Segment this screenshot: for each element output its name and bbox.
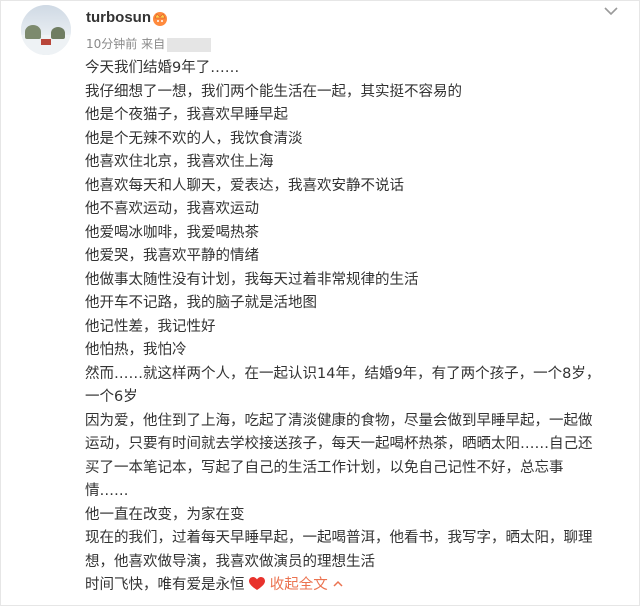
- post-line: 然而……就这样两个人，在一起认识14年，结婚9年，有了两个孩子，一个8岁，: [85, 365, 601, 382]
- avatar-tree: [51, 27, 65, 39]
- post-line: 他记性差，我记性好: [85, 318, 216, 335]
- post-line: 他开车不记路，我的脑子就是活地图: [85, 295, 317, 311]
- crown-badge-icon[interactable]: [151, 9, 169, 27]
- author-name[interactable]: turbosun: [86, 9, 151, 26]
- avatar-house: [41, 39, 51, 45]
- post-line: 买了一本笔记本，写起了自己的生活工作计划，以免自己记性不好，总忘事: [85, 459, 564, 476]
- post-time[interactable]: 10分钟前: [86, 37, 137, 51]
- collapse-text-link[interactable]: 收起全文: [270, 577, 328, 593]
- chevron-down-icon[interactable]: [601, 3, 621, 19]
- post-line: 运动，只要有时间就去学校接送孩子，每天一起喝杯热茶，晒晒太阳……自己还: [85, 436, 593, 452]
- post-line: 情……: [85, 483, 129, 499]
- post-line: 他爱喝冰咖啡，我爱喝热茶: [85, 224, 259, 241]
- post-line: 我仔细想了一想，我们两个能生活在一起，其实挺不容易的: [85, 83, 462, 100]
- post-line: 他是个无辣不欢的人，我饮食清淡: [85, 130, 303, 147]
- post-line: 想，他喜欢做导演，我喜欢做演员的理想生活: [85, 553, 375, 570]
- blurred-source: [167, 37, 212, 52]
- heart-icon: [249, 577, 266, 590]
- weibo-post: turbosun 10分钟前 来自 今天我们结婚9年了…… 我仔细想了一想，我们…: [0, 0, 640, 606]
- post-line: 他是个夜猫子，我喜欢早睡早起: [85, 107, 288, 123]
- post-line: 今天我们结婚9年了……: [85, 60, 240, 76]
- post-line: 他不喜欢运动，我喜欢运动: [85, 201, 259, 217]
- post-source-prefix: 来自: [141, 37, 166, 51]
- post-line: 他爱哭，我喜欢平静的情绪: [85, 248, 259, 264]
- post-content: 今天我们结婚9年了…… 我仔细想了一想，我们两个能生活在一起，其实挺不容易的 他…: [85, 57, 625, 598]
- post-line: 他做事太随性没有计划，我每天过着非常规律的生活: [85, 271, 419, 288]
- post-line: 时间飞快，唯有爱是永恒: [85, 577, 245, 593]
- post-line: 一个6岁: [85, 389, 138, 405]
- avatar-tree: [25, 25, 41, 39]
- avatar[interactable]: [21, 5, 71, 55]
- post-meta: 10分钟前 来自: [86, 35, 212, 52]
- post-line: 他喜欢每天和人聊天，爱表达，我喜欢安静不说话: [85, 177, 404, 194]
- post-line: 现在的我们，过着每天早睡早起，一起喝普洱，他看书，我写字，晒太阳，聊理: [85, 530, 593, 546]
- post-line: 他怕热，我怕冷: [85, 342, 187, 358]
- post-line: 因为爱，他住到了上海，吃起了清淡健康的食物，尽量会做到早睡早起，一起做: [85, 412, 593, 429]
- chevron-up-icon[interactable]: [332, 579, 344, 589]
- post-line: 他一直在改变，为家在变: [85, 506, 245, 523]
- post-last-line: 时间飞快，唯有爱是永恒 收起全文: [85, 574, 625, 598]
- post-line: 他喜欢住北京，我喜欢住上海: [85, 154, 274, 170]
